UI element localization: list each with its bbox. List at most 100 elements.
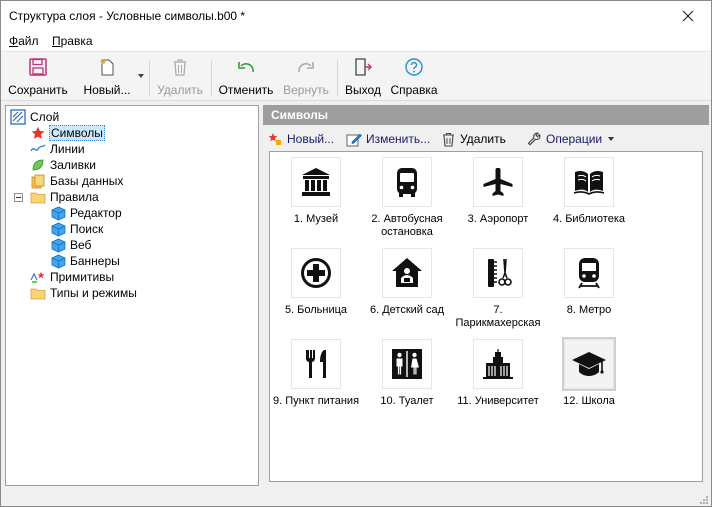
tree-item-label: Типы и режимы xyxy=(50,286,137,300)
symbols-panel: Символы Новый... Изменить... Удалить Опе… xyxy=(263,105,709,486)
cube-icon xyxy=(50,221,66,237)
menu-bar: Файл Правка xyxy=(1,31,711,51)
window-title: Структура слоя - Условные символы.b00 * xyxy=(9,9,246,23)
menu-file[interactable]: Файл xyxy=(9,34,39,48)
symbol-tile-library[interactable]: 4. Библиотека xyxy=(543,157,635,247)
layer-icon xyxy=(10,109,26,125)
tree-item-label: Символы xyxy=(49,125,105,141)
resize-grip-icon[interactable] xyxy=(699,494,709,504)
tree-item-fills[interactable]: Заливки xyxy=(30,157,97,173)
symbol-tile-toilet[interactable]: 10. Туалет xyxy=(361,339,453,429)
menu-edit[interactable]: Правка xyxy=(52,34,93,48)
toolbar-separator xyxy=(337,60,338,96)
edit-symbol-button[interactable]: Изменить... xyxy=(346,130,430,148)
tree-item-label: Слой xyxy=(30,110,60,124)
tree-item-label: Веб xyxy=(70,238,92,252)
tree-item-banners[interactable]: Баннеры xyxy=(50,253,121,269)
exit-label: Выход xyxy=(345,83,381,97)
barber-icon xyxy=(473,248,523,298)
tree-item-types-modes[interactable]: Типы и режимы xyxy=(30,285,138,301)
layer-tree[interactable]: Слой Символы Линии Заливки Базы данных П… xyxy=(5,105,259,486)
fill-leaf-icon xyxy=(30,157,46,173)
redo-icon xyxy=(295,56,317,78)
new-symbol-button[interactable]: Новый... xyxy=(267,130,334,148)
close-icon xyxy=(682,10,694,22)
edit-symbol-label: Изменить... xyxy=(366,132,431,146)
new-dropdown-arrow-icon[interactable] xyxy=(138,74,144,78)
collapse-toggle-icon[interactable] xyxy=(14,193,23,202)
symbol-label: 2. Автобусная остановка xyxy=(371,213,443,238)
tree-item-symbols[interactable]: Символы xyxy=(30,125,105,141)
tree-item-primitives[interactable]: Примитивы xyxy=(30,269,115,285)
redo-label: Вернуть xyxy=(283,83,329,97)
toolbar-separator xyxy=(149,60,150,96)
tree-item-label: Баннеры xyxy=(70,254,120,268)
tree-item-editor[interactable]: Редактор xyxy=(50,205,123,221)
symbol-tile-school[interactable]: 12. Школа xyxy=(543,337,635,429)
close-button[interactable] xyxy=(665,1,711,31)
symbol-tile-museum[interactable]: 1. Музей xyxy=(270,157,362,247)
exit-door-icon xyxy=(352,56,374,78)
save-button[interactable]: Сохранить xyxy=(7,56,69,100)
symbol-label: 11. Университет xyxy=(457,395,539,407)
help-label: Справка xyxy=(390,83,438,97)
symbol-tile-hospital[interactable]: 5. Больница xyxy=(270,248,362,338)
menu-file-accel: Ф xyxy=(9,34,19,48)
new-symbol-label: Новый... xyxy=(287,132,335,146)
help-button[interactable]: Справка xyxy=(388,56,440,100)
tree-item-label: Примитивы xyxy=(50,270,115,284)
exit-button[interactable]: Выход xyxy=(342,56,384,100)
symbol-tile-bus-stop[interactable]: 2. Автобусная остановка xyxy=(361,157,453,247)
tree-item-search[interactable]: Поиск xyxy=(50,221,104,237)
tree-item-label: Редактор xyxy=(70,206,122,220)
new-button[interactable]: Новый... xyxy=(81,56,133,100)
tree-item-lines[interactable]: Линии xyxy=(30,141,86,157)
symbol-label: 9. Пункт питания xyxy=(272,395,360,407)
primitives-icon xyxy=(30,269,46,285)
symbol-tile-metro[interactable]: 8. Метро xyxy=(543,248,635,338)
wrench-icon xyxy=(526,131,542,147)
cube-icon xyxy=(50,237,66,253)
symbol-tile-kindergarten[interactable]: 6. Детский сад xyxy=(361,248,453,338)
symbol-label: 8. Метро xyxy=(566,304,612,316)
symbol-tile-university[interactable]: 11. Университет xyxy=(452,339,544,429)
cube-icon xyxy=(50,205,66,221)
operations-label: Операции xyxy=(546,132,603,146)
delete-symbol-button[interactable]: Удалить xyxy=(440,130,506,148)
folder-icon xyxy=(30,189,46,205)
metro-icon xyxy=(564,248,614,298)
tree-item-label: Поиск xyxy=(70,222,104,236)
museum-icon xyxy=(291,157,341,207)
bus-icon xyxy=(382,157,432,207)
undo-icon xyxy=(235,56,257,78)
tree-item-rules[interactable]: Правила xyxy=(30,189,100,205)
undo-label: Отменить xyxy=(218,83,274,97)
symbols-grid[interactable]: 1. Музей 2. Автобусная остановка 3. Аэро… xyxy=(269,151,703,482)
tree-item-databases[interactable]: Базы данных xyxy=(30,173,124,189)
symbol-tile-airport[interactable]: 3. Аэропорт xyxy=(452,157,544,247)
menu-edit-rest: равка xyxy=(60,34,93,48)
panel-title: Символы xyxy=(263,105,709,125)
tree-item-label: Линии xyxy=(50,142,85,156)
delete-label: Удалить xyxy=(157,83,203,97)
delete-symbol-label: Удалить xyxy=(460,132,506,146)
kindergarten-icon xyxy=(382,248,432,298)
database-icon xyxy=(30,173,46,189)
tree-item-web[interactable]: Веб xyxy=(50,237,92,253)
operations-menu-button[interactable]: Операции xyxy=(526,130,615,148)
symbol-tile-barber[interactable]: 7. Парикмахерская xyxy=(452,248,544,338)
status-bar xyxy=(1,489,711,506)
airplane-icon xyxy=(473,157,523,207)
menu-file-rest: айл xyxy=(18,34,39,48)
panel-toolbar: Новый... Изменить... Удалить Операции xyxy=(263,127,709,149)
tree-item-layer[interactable]: Слой xyxy=(10,109,60,125)
symbol-label: 3. Аэропорт xyxy=(467,213,529,225)
redo-button[interactable]: Вернуть xyxy=(281,56,331,100)
trash-icon xyxy=(440,131,456,147)
delete-button[interactable]: Удалить xyxy=(156,56,204,100)
symbol-tile-food[interactable]: 9. Пункт питания xyxy=(270,339,362,429)
toolbar-separator xyxy=(211,60,212,96)
help-question-icon xyxy=(403,56,425,78)
graduation-cap-icon xyxy=(562,337,616,391)
undo-button[interactable]: Отменить xyxy=(216,56,276,100)
